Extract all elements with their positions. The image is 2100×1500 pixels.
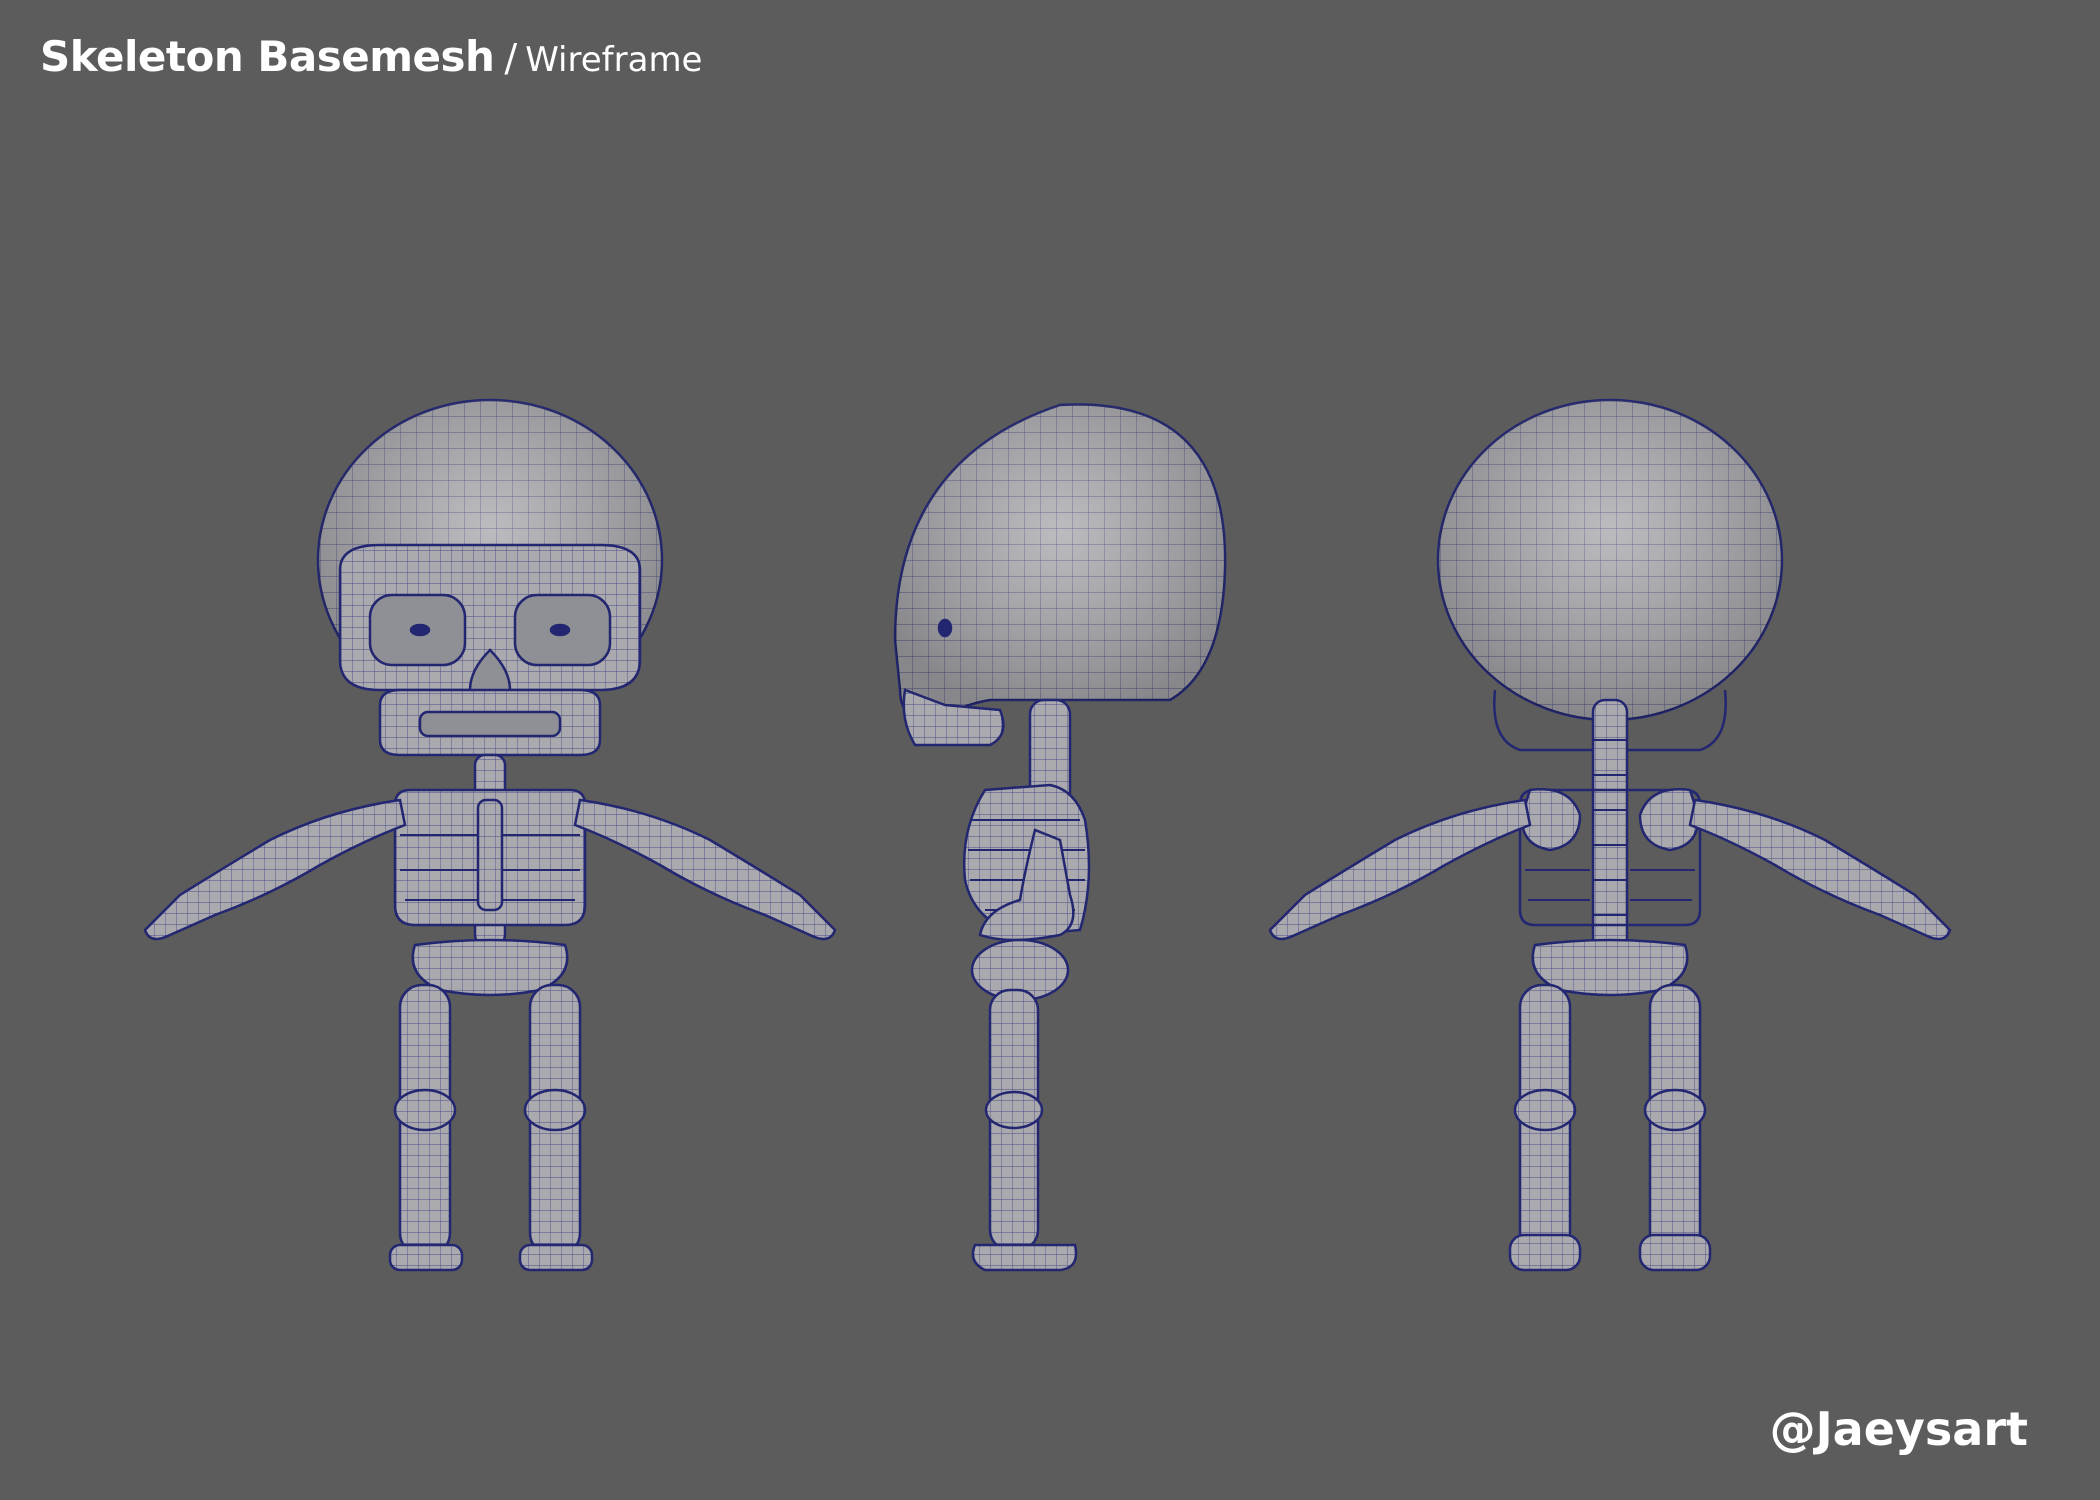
foot-side: [971, 1243, 1078, 1272]
arm-left: [143, 798, 407, 941]
model-viewport: [143, 398, 1952, 1272]
front-view: [143, 398, 837, 1272]
foot-back-left: [1508, 1233, 1582, 1272]
side-view: [893, 403, 1227, 1272]
arm-right: [573, 798, 837, 941]
foot-back-right: [1638, 1233, 1712, 1272]
back-view: [1268, 398, 1952, 1272]
artist-handle: @Jaeysart: [1769, 1402, 2028, 1456]
foot-left: [388, 1243, 464, 1272]
arm-back-left: [1268, 798, 1532, 941]
shoulder-blade-right: [1638, 788, 1700, 852]
arm-back-right: [1688, 798, 1952, 941]
foot-right: [518, 1243, 594, 1272]
shoulder-blade-left: [1520, 788, 1582, 852]
